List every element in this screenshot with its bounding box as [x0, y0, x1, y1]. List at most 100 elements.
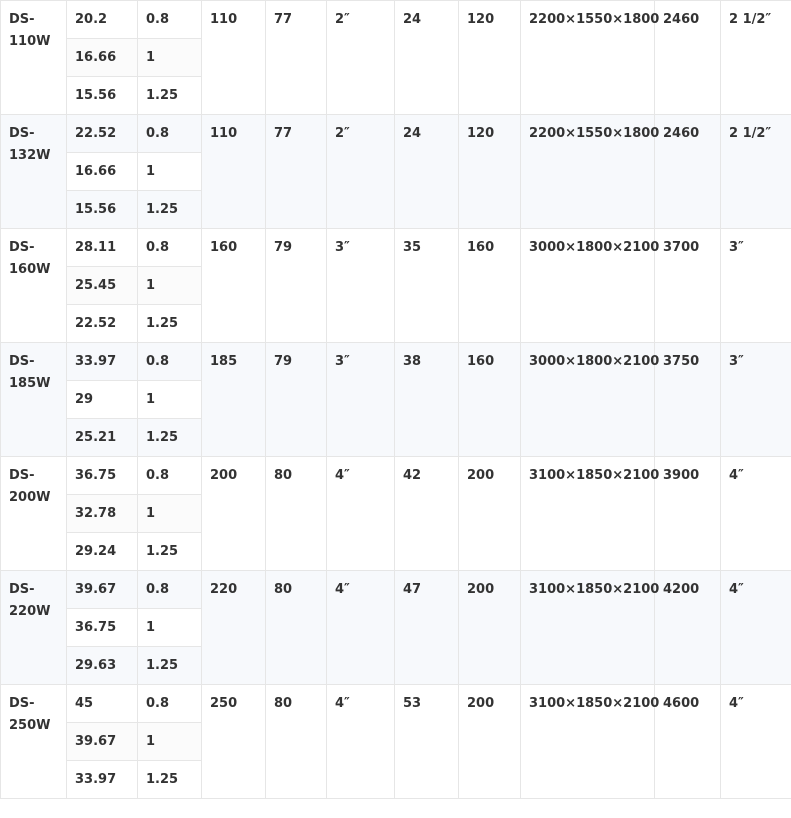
flow-cell: 33.97: [66, 342, 138, 381]
pressure-cell: 1: [137, 494, 202, 533]
pressure-cell: 1.25: [137, 304, 202, 343]
pipe-cell: 4″: [326, 684, 395, 799]
table-row: DS- 132W 22.52 0.8 110 77 2″ 24 120 2200×1550×180…: [0, 114, 791, 229]
spec-table: DS- 110W 20.2 0.8 110 77 2″ 24 120 2200×1550×1800…: [0, 0, 791, 799]
value-cell: 24: [394, 114, 459, 229]
flow-cell: 16.66: [66, 38, 138, 77]
pipe-cell: 4″: [326, 456, 395, 571]
flow-cell: 33.97: [66, 760, 138, 799]
weight-cell: 2460: [654, 114, 721, 229]
pressure-cell: 1.25: [137, 418, 202, 457]
model-cell: DS- 250W: [0, 684, 67, 799]
pipe-cell: 2″: [326, 114, 395, 229]
pressure-cell: 0.8: [137, 342, 202, 381]
pressure-cell: 1.25: [137, 190, 202, 229]
power-cell: 110: [201, 114, 266, 229]
power-cell: 110: [201, 0, 266, 115]
noise-cell: 79: [265, 342, 327, 457]
flow-cell: 45: [66, 684, 138, 723]
table-row: DS- 160W 28.11 0.8 160 79 3″ 35 160 3000×1800×210…: [0, 228, 791, 343]
pressure-cell: 0.8: [137, 0, 202, 39]
model-cell: DS- 220W: [0, 570, 67, 685]
value-cell-2: 200: [458, 684, 521, 799]
flow-cell: 32.78: [66, 494, 138, 533]
pressure-cell: 1: [137, 266, 202, 305]
value-cell-2: 160: [458, 342, 521, 457]
flow-cell: 29.24: [66, 532, 138, 571]
dimensions-cell: 2200×1550×1800: [520, 0, 659, 115]
outlet-cell: 2 1/2″: [720, 0, 791, 115]
power-cell: 160: [201, 228, 266, 343]
dimensions-cell: 3100×1850×2100: [520, 684, 659, 799]
weight-cell: 3900: [654, 456, 721, 571]
power-cell: 250: [201, 684, 266, 799]
model-cell: DS- 200W: [0, 456, 67, 571]
dimensions-cell: 2200×1550×1800: [520, 114, 659, 229]
weight-cell: 3750: [654, 342, 721, 457]
dimensions-cell: 3100×1850×2100: [520, 570, 659, 685]
noise-cell: 80: [265, 456, 327, 571]
outlet-cell: 4″: [720, 684, 791, 799]
value-cell: 38: [394, 342, 459, 457]
flow-cell: 15.56: [66, 76, 138, 115]
weight-cell: 2460: [654, 0, 721, 115]
flow-cell: 28.11: [66, 228, 138, 267]
value-cell-2: 200: [458, 456, 521, 571]
table-row: DS- 185W 33.97 0.8 185 79 3″ 38 160 3000×1800×210…: [0, 342, 791, 457]
table-body: DS- 110W 20.2 0.8 110 77 2″ 24 120 2200×1550×1800…: [0, 0, 791, 799]
pressure-cell: 1: [137, 380, 202, 419]
model-cell: DS- 110W: [0, 0, 67, 115]
flow-cell: 29.63: [66, 646, 138, 685]
pressure-cell: 1: [137, 38, 202, 77]
flow-cell: 22.52: [66, 304, 138, 343]
flow-cell: 36.75: [66, 456, 138, 495]
pipe-cell: 3″: [326, 228, 395, 343]
dimensions-cell: 3000×1800×2100: [520, 342, 659, 457]
flow-cell: 22.52: [66, 114, 138, 153]
model-cell: DS- 132W: [0, 114, 67, 229]
pipe-cell: 2″: [326, 0, 395, 115]
outlet-cell: 3″: [720, 228, 791, 343]
value-cell: 53: [394, 684, 459, 799]
flow-cell: 16.66: [66, 152, 138, 191]
flow-cell: 39.67: [66, 570, 138, 609]
value-cell-2: 120: [458, 0, 521, 115]
pressure-cell: 0.8: [137, 228, 202, 267]
table-row: DS- 220W 39.67 0.8 220 80 4″ 47 200 3100×1850×210…: [0, 570, 791, 685]
power-cell: 200: [201, 456, 266, 571]
model-cell: DS- 185W: [0, 342, 67, 457]
outlet-cell: 2 1/2″: [720, 114, 791, 229]
value-cell: 42: [394, 456, 459, 571]
pressure-cell: 1: [137, 608, 202, 647]
pressure-cell: 0.8: [137, 456, 202, 495]
flow-cell: 25.45: [66, 266, 138, 305]
outlet-cell: 4″: [720, 456, 791, 571]
pressure-cell: 0.8: [137, 114, 202, 153]
noise-cell: 77: [265, 0, 327, 115]
table-row: DS- 250W 45 0.8 250 80 4″ 53 200 3100×1850×2100 46…: [0, 684, 791, 799]
value-cell: 47: [394, 570, 459, 685]
flow-cell: 20.2: [66, 0, 138, 39]
flow-cell: 29: [66, 380, 138, 419]
noise-cell: 80: [265, 570, 327, 685]
value-cell: 35: [394, 228, 459, 343]
flow-cell: 39.67: [66, 722, 138, 761]
pressure-cell: 1: [137, 722, 202, 761]
outlet-cell: 3″: [720, 342, 791, 457]
power-cell: 220: [201, 570, 266, 685]
noise-cell: 80: [265, 684, 327, 799]
flow-cell: 25.21: [66, 418, 138, 457]
power-cell: 185: [201, 342, 266, 457]
pressure-cell: 1.25: [137, 760, 202, 799]
pressure-cell: 1.25: [137, 646, 202, 685]
value-cell-2: 160: [458, 228, 521, 343]
pipe-cell: 3″: [326, 342, 395, 457]
table-row: DS- 200W 36.75 0.8 200 80 4″ 42 200 3100×1850×210…: [0, 456, 791, 571]
flow-cell: 15.56: [66, 190, 138, 229]
outlet-cell: 4″: [720, 570, 791, 685]
weight-cell: 4600: [654, 684, 721, 799]
pressure-cell: 0.8: [137, 570, 202, 609]
flow-cell: 36.75: [66, 608, 138, 647]
value-cell-2: 120: [458, 114, 521, 229]
pressure-cell: 1.25: [137, 76, 202, 115]
